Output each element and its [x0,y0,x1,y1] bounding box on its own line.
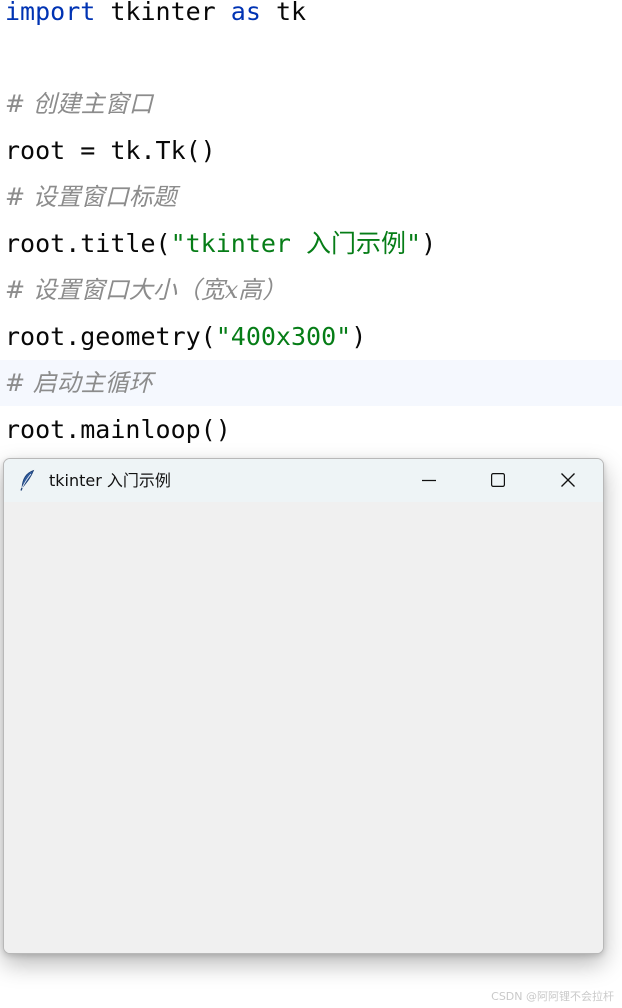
window-title: tkinter 入门示例 [49,471,171,490]
close-button[interactable] [545,459,591,502]
window-client-area[interactable] [4,502,603,953]
code-line-8: root.geometry("400x300") [5,322,367,351]
code-line-10: root.mainloop() [5,415,231,444]
maximize-icon [491,473,505,487]
close-icon [561,473,575,487]
code-editor[interactable]: import tkinter as tk # 创建主窗口 root = tk.T… [0,0,622,460]
code-line-4: root = tk.Tk() [5,136,216,165]
code-line-1: import tkinter as tk [5,0,307,26]
watermark: CSDN @阿阿锂不会拉杆 [491,990,614,1003]
code-line-6: root.title("tkinter 入门示例") [5,229,437,258]
feather-icon [18,469,38,491]
minimize-button[interactable] [406,459,452,502]
code-line-3: # 创建主窗口 [5,90,153,118]
minimize-icon [422,479,436,482]
window-titlebar[interactable]: tkinter 入门示例 [4,459,603,502]
code-line-5: # 设置窗口标题 [5,183,177,211]
code-line-7: # 设置窗口大小（宽x高） [5,276,287,304]
tkinter-window[interactable]: tkinter 入门示例 [3,458,604,954]
maximize-button[interactable] [475,459,521,502]
code-line-9: # 启动主循环 [5,369,153,397]
